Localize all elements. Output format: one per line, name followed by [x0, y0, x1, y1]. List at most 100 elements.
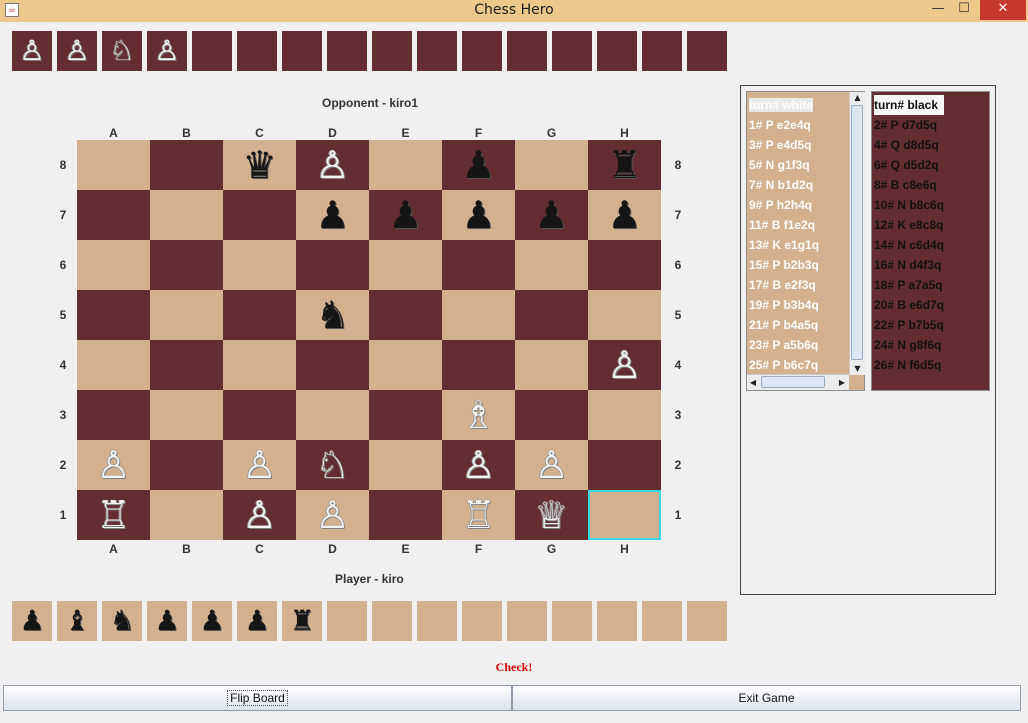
- scroll-thumb-horizontal[interactable]: [761, 376, 825, 388]
- square-a7[interactable]: [77, 190, 150, 240]
- flip-board-button[interactable]: Flip Board: [3, 685, 512, 711]
- square-f8[interactable]: ♟: [442, 140, 515, 190]
- square-e6[interactable]: [369, 240, 442, 290]
- black-move-list[interactable]: turn# black 2# P d7d5q 4# Q d8d5q 6# Q d5d2…: [871, 91, 990, 391]
- scroll-right-icon[interactable]: ▶: [836, 375, 848, 390]
- square-f4[interactable]: [442, 340, 515, 390]
- square-a6[interactable]: [77, 240, 150, 290]
- square-b2[interactable]: [150, 440, 223, 490]
- move-list-item[interactable]: 22# P b7b5q: [874, 315, 944, 335]
- scroll-up-icon[interactable]: ▲: [850, 92, 865, 104]
- square-d8[interactable]: ♙: [296, 140, 369, 190]
- move-list-item[interactable]: 23# P a5b6q: [749, 335, 819, 355]
- white-list-horizontal-scrollbar[interactable]: ◀ ▶: [747, 374, 849, 390]
- close-button[interactable]: ✕: [980, 0, 1026, 20]
- square-g7[interactable]: ♟: [515, 190, 588, 240]
- square-c6[interactable]: [223, 240, 296, 290]
- move-list-item[interactable]: 9# P h2h4q: [749, 195, 819, 215]
- square-c4[interactable]: [223, 340, 296, 390]
- square-b1[interactable]: [150, 490, 223, 540]
- move-list-item[interactable]: 18# P a7a5q: [874, 275, 944, 295]
- maximize-button[interactable]: ☐: [951, 0, 977, 20]
- move-list-item[interactable]: 21# P b4a5q: [749, 315, 819, 335]
- square-f1[interactable]: ♖: [442, 490, 515, 540]
- square-f2[interactable]: ♙: [442, 440, 515, 490]
- square-b6[interactable]: [150, 240, 223, 290]
- move-list-item[interactable]: 10# N b8c6q: [874, 195, 944, 215]
- square-a1[interactable]: ♖: [77, 490, 150, 540]
- square-h1[interactable]: [588, 490, 661, 540]
- move-list-item[interactable]: 8# B c8e6q: [874, 175, 944, 195]
- square-h7[interactable]: ♟: [588, 190, 661, 240]
- square-e1[interactable]: [369, 490, 442, 540]
- move-list-item[interactable]: 6# Q d5d2q: [874, 155, 944, 175]
- exit-game-button[interactable]: Exit Game: [512, 685, 1021, 711]
- square-g3[interactable]: [515, 390, 588, 440]
- square-b8[interactable]: [150, 140, 223, 190]
- white-move-list[interactable]: turn# white 1# P e2e4q 3# P e4d5q 5# N g1f3…: [746, 91, 865, 391]
- move-list-item[interactable]: 11# B f1e2q: [749, 215, 819, 235]
- square-f3[interactable]: ♗: [442, 390, 515, 440]
- square-f7[interactable]: ♟: [442, 190, 515, 240]
- move-list-item[interactable]: 12# K e8c8q: [874, 215, 944, 235]
- square-h4[interactable]: ♙: [588, 340, 661, 390]
- move-list-item[interactable]: 1# P e2e4q: [749, 115, 819, 135]
- square-h8[interactable]: ♜: [588, 140, 661, 190]
- square-a5[interactable]: [77, 290, 150, 340]
- square-g6[interactable]: [515, 240, 588, 290]
- square-e8[interactable]: [369, 140, 442, 190]
- square-c2[interactable]: ♙: [223, 440, 296, 490]
- square-e2[interactable]: [369, 440, 442, 490]
- square-b7[interactable]: [150, 190, 223, 240]
- square-h2[interactable]: [588, 440, 661, 490]
- move-list-item[interactable]: 25# P b6c7q: [749, 355, 819, 375]
- move-list-item[interactable]: 15# P b2b3q: [749, 255, 819, 275]
- square-f5[interactable]: [442, 290, 515, 340]
- square-d5[interactable]: ♞: [296, 290, 369, 340]
- square-h3[interactable]: [588, 390, 661, 440]
- square-g2[interactable]: ♙: [515, 440, 588, 490]
- square-g4[interactable]: [515, 340, 588, 390]
- move-list-item[interactable]: 2# P d7d5q: [874, 115, 944, 135]
- square-c7[interactable]: [223, 190, 296, 240]
- square-d7[interactable]: ♟: [296, 190, 369, 240]
- square-h6[interactable]: [588, 240, 661, 290]
- move-list-item[interactable]: 14# N c6d4q: [874, 235, 944, 255]
- move-list-item[interactable]: 5# N g1f3q: [749, 155, 819, 175]
- square-d4[interactable]: [296, 340, 369, 390]
- move-list-item[interactable]: 24# N g8f6q: [874, 335, 944, 355]
- move-list-item[interactable]: 7# N b1d2q: [749, 175, 819, 195]
- square-h5[interactable]: [588, 290, 661, 340]
- square-a2[interactable]: ♙: [77, 440, 150, 490]
- move-list-item[interactable]: 17# B e2f3q: [749, 275, 819, 295]
- square-a8[interactable]: [77, 140, 150, 190]
- square-f6[interactable]: [442, 240, 515, 290]
- square-e3[interactable]: [369, 390, 442, 440]
- chess-board[interactable]: ♛ ♙ ♟ ♜ ♟ ♟ ♟ ♟ ♟ ♞ ♙ ♗ ♙ ♙ ♘ ♙ ♙ ♖ ♙ ♙ ♖ ♕: [77, 140, 661, 540]
- move-list-item[interactable]: 20# B e6d7q: [874, 295, 944, 315]
- square-g5[interactable]: [515, 290, 588, 340]
- move-list-item[interactable]: 16# N d4f3q: [874, 255, 944, 275]
- square-d6[interactable]: [296, 240, 369, 290]
- move-list-item[interactable]: 4# Q d8d5q: [874, 135, 944, 155]
- square-e7[interactable]: ♟: [369, 190, 442, 240]
- move-list-header[interactable]: turn# white: [749, 95, 819, 115]
- scroll-left-icon[interactable]: ◀: [747, 375, 759, 390]
- square-c5[interactable]: [223, 290, 296, 340]
- square-g8[interactable]: [515, 140, 588, 190]
- minimize-button[interactable]: —: [925, 0, 951, 20]
- square-b3[interactable]: [150, 390, 223, 440]
- square-c8[interactable]: ♛: [223, 140, 296, 190]
- square-e5[interactable]: [369, 290, 442, 340]
- white-list-vertical-scrollbar[interactable]: ▲ ▼: [849, 92, 865, 375]
- move-list-header[interactable]: turn# black: [874, 95, 945, 115]
- square-a4[interactable]: [77, 340, 150, 390]
- square-b5[interactable]: [150, 290, 223, 340]
- square-c3[interactable]: [223, 390, 296, 440]
- square-b4[interactable]: [150, 340, 223, 390]
- square-a3[interactable]: [77, 390, 150, 440]
- scroll-thumb[interactable]: [851, 105, 863, 360]
- move-list-item[interactable]: 3# P e4d5q: [749, 135, 819, 155]
- move-list-item[interactable]: 26# N f6d5q: [874, 355, 944, 375]
- square-d2[interactable]: ♘: [296, 440, 369, 490]
